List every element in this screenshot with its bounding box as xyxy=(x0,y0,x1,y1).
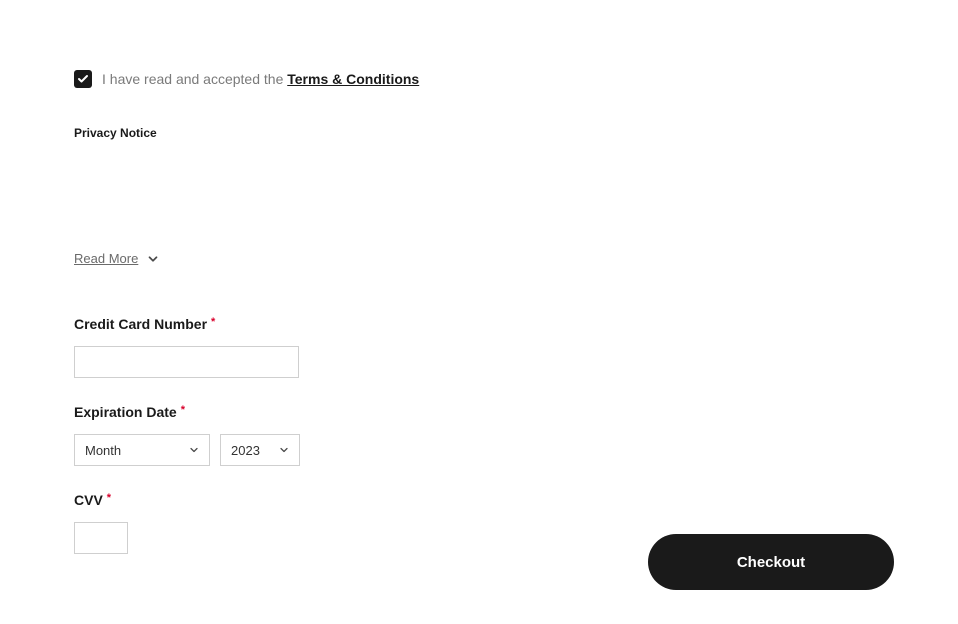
cvv-label-text: CVV xyxy=(74,492,103,508)
terms-link[interactable]: Terms & Conditions xyxy=(287,71,419,87)
cc-input[interactable] xyxy=(74,346,299,378)
exp-label-text: Expiration Date xyxy=(74,404,177,420)
cc-field-group: Credit Card Number * xyxy=(74,316,884,378)
required-indicator: * xyxy=(181,404,185,416)
cc-label: Credit Card Number * xyxy=(74,316,884,332)
privacy-notice-heading: Privacy Notice xyxy=(74,126,884,140)
cvv-label: CVV * xyxy=(74,492,884,508)
check-icon xyxy=(77,73,89,85)
exp-year-wrap: 2023 xyxy=(220,434,300,466)
exp-row: Month 2023 xyxy=(74,434,884,466)
terms-prefix: I have read and accepted the xyxy=(102,71,287,87)
cc-label-text: Credit Card Number xyxy=(74,316,207,332)
checkout-button[interactable]: Checkout xyxy=(648,534,894,590)
required-indicator: * xyxy=(211,316,215,328)
read-more-label: Read More xyxy=(74,251,138,266)
terms-text: I have read and accepted the Terms & Con… xyxy=(102,71,419,87)
chevron-down-icon xyxy=(146,252,160,266)
read-more-toggle[interactable]: Read More xyxy=(74,251,160,266)
cvv-input[interactable] xyxy=(74,522,128,554)
exp-label: Expiration Date * xyxy=(74,404,884,420)
exp-month-wrap: Month xyxy=(74,434,210,466)
exp-field-group: Expiration Date * Month 2023 xyxy=(74,404,884,466)
terms-row: I have read and accepted the Terms & Con… xyxy=(74,70,884,88)
exp-month-select[interactable]: Month xyxy=(74,434,210,466)
exp-year-select[interactable]: 2023 xyxy=(220,434,300,466)
terms-checkbox[interactable] xyxy=(74,70,92,88)
required-indicator: * xyxy=(107,492,111,504)
